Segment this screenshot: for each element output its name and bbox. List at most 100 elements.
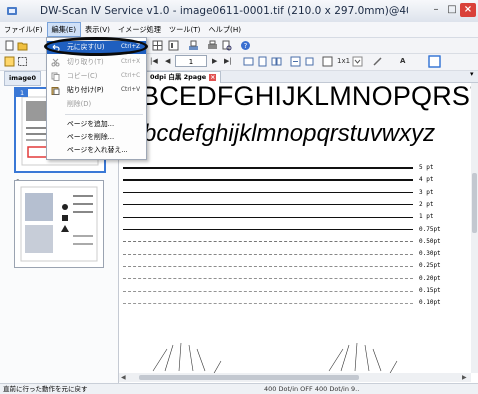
scan-icon[interactable]	[188, 40, 199, 51]
next-page-button[interactable]: ▶	[212, 56, 217, 67]
line-sample-row: 0.15pt	[123, 286, 467, 296]
dropdown-arrow-icon[interactable]	[352, 56, 363, 67]
fit-width-icon[interactable]	[243, 56, 254, 67]
grid-view-icon[interactable]	[152, 40, 163, 51]
last-page-button[interactable]: ▶|	[224, 56, 232, 67]
line-weight-label: 0.15pt	[419, 287, 441, 294]
menu-file[interactable]: ファイル(F)	[0, 22, 47, 37]
select-tool-icon[interactable]	[17, 56, 28, 67]
sample-lowercase-text: bcdefghijklmnopqrstuvwxyz	[143, 120, 436, 147]
help-icon[interactable]: ?	[240, 40, 251, 51]
tab-list-chevron-icon[interactable]: ▾	[470, 70, 474, 78]
line-sample-stroke	[123, 278, 413, 280]
line-weight-label: 2 pt	[419, 200, 434, 208]
line-sample-stroke	[123, 265, 413, 267]
menu-item-shortcut: Ctrl+C	[121, 73, 141, 79]
line-sample-row: 0.50pt	[123, 237, 467, 247]
page-number-1: 1	[16, 89, 29, 97]
line-sample-row: 5 pt	[123, 163, 467, 173]
line-weight-label: 1 pt	[419, 213, 434, 221]
copy-icon	[51, 72, 60, 81]
menu-separator	[65, 114, 143, 115]
thumbnail-panel-tab[interactable]: image0	[4, 71, 41, 86]
document-tab-strip: 0dpi 白黒 2page ×	[119, 71, 478, 83]
close-button[interactable]: ×	[460, 3, 476, 17]
menu-item-paste[interactable]: 貼り付け(P) Ctrl+V	[47, 84, 146, 97]
menu-item-shortcut: Ctrl+X	[121, 59, 141, 65]
horizontal-scroll-thumb[interactable]	[139, 375, 359, 380]
menu-edit[interactable]: 編集(E)	[46, 22, 82, 37]
menu-item-label: 貼り付け(P)	[67, 86, 104, 94]
crop-icon[interactable]	[304, 56, 315, 67]
line-sample-stroke	[123, 179, 413, 182]
page-number-field[interactable]: 1	[175, 55, 207, 67]
menu-view[interactable]: 表示(V)	[81, 22, 114, 37]
vertical-scroll-thumb[interactable]	[472, 173, 477, 233]
print-preview-icon[interactable]	[221, 40, 232, 51]
radial-line-pattern	[152, 342, 398, 373]
line-sample-stroke	[123, 290, 413, 292]
sample-uppercase-text: BCEDFGHIJKLMNOPQRST	[141, 83, 471, 111]
eraser-icon[interactable]	[372, 56, 383, 67]
line-weight-label: 0.25pt	[419, 262, 441, 270]
menu-image-processing[interactable]: イメージ処理	[114, 22, 165, 37]
menu-item-label: 切り取り(T)	[67, 58, 104, 66]
two-page-icon[interactable]	[271, 56, 282, 67]
scroll-right-icon[interactable]: ▶	[462, 374, 467, 381]
frame-tool-icon[interactable]	[428, 55, 441, 68]
first-page-button[interactable]: |◀	[150, 56, 158, 67]
line-sample-row: 0.20pt	[123, 274, 467, 284]
document-view[interactable]: BCEDFGHIJKLMNOPQRST bcdefghijklmnopqrstu…	[119, 83, 471, 373]
zoom-ratio-label[interactable]: 1x1	[337, 56, 350, 67]
page-2-preview	[20, 186, 98, 262]
line-sample-stroke	[123, 216, 413, 218]
fit-page-icon[interactable]	[257, 56, 268, 67]
line-weight-label: 4 pt	[419, 176, 434, 184]
menu-item-label: ページを入れ替え...	[67, 146, 128, 154]
menu-item-cut[interactable]: 切り取り(T) Ctrl+X	[47, 56, 146, 69]
menu-help[interactable]: ヘルプ(H)	[204, 22, 245, 37]
menu-item-label: 削除(D)	[67, 100, 92, 108]
vertical-scrollbar[interactable]	[471, 83, 478, 373]
svg-text:?: ?	[244, 42, 248, 50]
line-weight-label: 5 pt	[419, 164, 434, 171]
document-tab-label: 0dpi 白黒 2page	[150, 73, 207, 81]
line-weight-label: 0.75pt	[419, 225, 441, 233]
window-title: DW-Scan IV Service v1.0 - image0611-0001…	[40, 5, 408, 17]
menu-item-label: コピー(C)	[67, 72, 98, 80]
line-weight-label: 0.10pt	[419, 299, 441, 307]
status-bar: 直前に行った動作を元に戻す 400 Dot/in OFF 400 Dot/in …	[0, 383, 478, 394]
scissors-icon	[51, 58, 60, 67]
page-thumbnail-2[interactable]	[14, 180, 104, 268]
line-sample-row: 0.30pt	[123, 249, 467, 259]
line-weight-label: 0.30pt	[419, 250, 441, 258]
line-sample-row: 0.25pt	[123, 261, 467, 271]
line-sample-stroke	[123, 302, 413, 304]
prev-page-button[interactable]: ◀	[165, 56, 170, 67]
maximize-button[interactable]: □	[444, 3, 460, 17]
horizontal-scrollbar[interactable]: ◀ ▶	[119, 373, 471, 382]
menu-bar: ファイル(F) 編集(E) 表示(V) イメージ処理 ツール(T) ヘルプ(H)	[0, 22, 478, 38]
page-layout-icon[interactable]	[168, 40, 179, 51]
zoom-icon[interactable]	[322, 56, 333, 67]
document-tab[interactable]: 0dpi 白黒 2page ×	[145, 71, 222, 83]
print-icon[interactable]	[207, 40, 218, 51]
minimize-button[interactable]: –	[428, 3, 444, 17]
menu-item-delete[interactable]: 削除(D)	[47, 98, 146, 111]
line-sample-stroke	[123, 191, 413, 194]
line-sample-stroke	[123, 166, 413, 170]
rotate-icon[interactable]	[290, 56, 301, 67]
annotation-text-button[interactable]: A	[400, 56, 405, 67]
title-bar: DW-Scan IV Service v1.0 - image0611-0001…	[0, 0, 478, 23]
hand-tool-icon[interactable]	[4, 56, 15, 67]
tab-close-icon[interactable]: ×	[209, 73, 217, 81]
app-icon	[7, 7, 17, 15]
menu-tools[interactable]: ツール(T)	[165, 22, 205, 37]
menu-item-add-page[interactable]: ページを追加...	[47, 118, 146, 131]
menu-item-swap-pages[interactable]: ページを入れ替え...	[47, 144, 146, 157]
scroll-left-icon[interactable]: ◀	[121, 374, 126, 381]
menu-item-delete-page[interactable]: ページを削除...	[47, 131, 146, 144]
menu-item-copy[interactable]: コピー(C) Ctrl+C	[47, 70, 146, 83]
new-document-icon[interactable]	[4, 40, 15, 51]
open-folder-icon[interactable]	[17, 40, 28, 51]
